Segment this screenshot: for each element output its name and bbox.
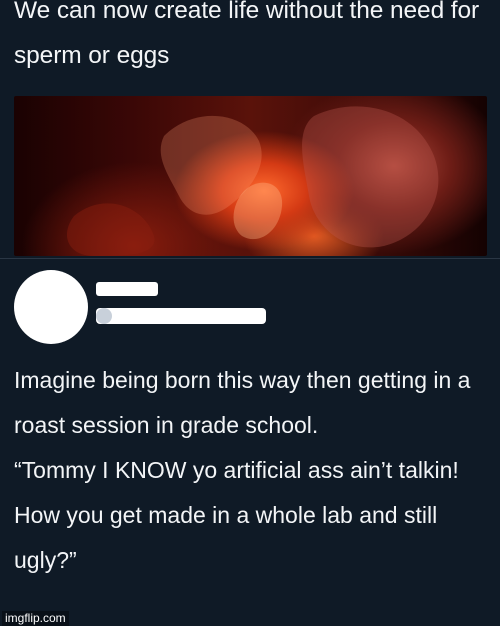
imgflip-watermark: imgflip.com: [2, 611, 69, 626]
redacted-handle: [96, 308, 266, 324]
redacted-avatar: [14, 270, 88, 344]
divider: [0, 258, 500, 259]
embryo-photo: [14, 96, 487, 256]
post-headline: We can now create life without the need …: [14, 0, 480, 69]
embryo-illustration: [66, 106, 439, 256]
meme-frame: We can now create life without the need …: [0, 0, 500, 626]
redacted-username: [96, 282, 158, 296]
reply-text: Imagine being born this way then getting…: [14, 367, 471, 573]
